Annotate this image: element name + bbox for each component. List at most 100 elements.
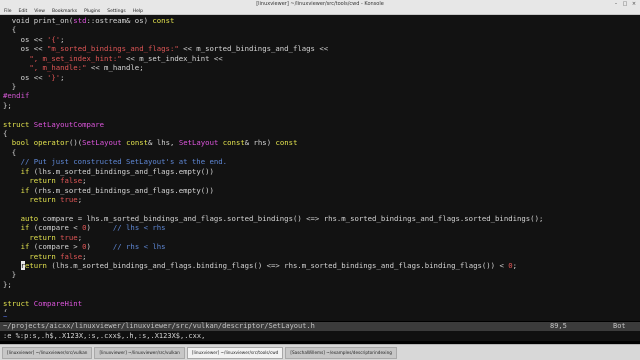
code-token: const bbox=[152, 16, 175, 25]
code-token: }; bbox=[3, 100, 12, 110]
code-token: true bbox=[60, 232, 78, 242]
code-token: } bbox=[3, 81, 17, 91]
scroll-percent: Bot bbox=[613, 322, 626, 330]
menu-edit[interactable]: Edit bbox=[19, 9, 28, 14]
code-token: ", m_handle:" bbox=[29, 63, 87, 73]
code-line[interactable]: ", m_handle:" << m_handle; bbox=[0, 63, 640, 72]
code-line[interactable]: os << '{'; bbox=[0, 35, 640, 44]
code-token: ; bbox=[77, 195, 83, 205]
code-token: eturn bbox=[24, 260, 47, 270]
code-line[interactable]: }; bbox=[0, 280, 640, 289]
code-line[interactable]: { bbox=[0, 129, 640, 138]
code-token: "m_sorted_bindings_and_flags:" bbox=[46, 44, 179, 54]
code-token: << m_handle; bbox=[86, 63, 144, 73]
code-line[interactable]: struct CompareHint bbox=[0, 299, 640, 308]
code-line[interactable]: // Put just constructed SetLayout's at t… bbox=[0, 157, 640, 166]
code-token: '}' bbox=[46, 72, 61, 82]
code-token: << m_set_index_hint << bbox=[121, 53, 223, 63]
code-line[interactable]: { bbox=[0, 148, 640, 157]
code-line[interactable]: return false; bbox=[0, 252, 640, 261]
code-line[interactable]: } bbox=[0, 270, 640, 279]
code-line[interactable]: os << '}'; bbox=[0, 73, 640, 82]
tilde-line: ~ bbox=[3, 312, 8, 321]
code-line[interactable]: { bbox=[0, 25, 640, 34]
taskbar-item[interactable]: [linuxviewer] ~/linuxviewer/src/vulkan bbox=[94, 346, 185, 359]
taskbar-item[interactable]: [linuxviewer] ~/linuxviewer/src/tools/cw… bbox=[186, 346, 284, 359]
menu-bookmarks[interactable]: Bookmarks bbox=[52, 9, 77, 14]
code-line[interactable] bbox=[0, 289, 640, 298]
code-line[interactable] bbox=[0, 204, 640, 213]
code-line[interactable]: if (compare > 0) // rhs < lhs bbox=[0, 242, 640, 251]
code-token: } bbox=[3, 270, 17, 280]
code-token: CompareHint bbox=[33, 298, 83, 308]
menu-help[interactable]: Help bbox=[133, 9, 143, 14]
code-token: }; bbox=[3, 279, 12, 289]
code-token: false bbox=[60, 176, 83, 186]
code-token: void print_on( bbox=[3, 16, 74, 25]
code-token: return bbox=[29, 176, 56, 186]
code-token: ()( bbox=[68, 138, 83, 148]
code-token: ) bbox=[86, 223, 113, 233]
code-token: ; bbox=[82, 176, 87, 186]
code-token: (lhs.m_sorted_bindings_and_flags.binding… bbox=[46, 260, 509, 270]
code-line[interactable]: ", m_set_index_hint:" << m_set_index_hin… bbox=[0, 54, 640, 63]
taskbar-item[interactable]: [linuxviewer] ~/linuxviewer/src/vulkan bbox=[2, 346, 93, 359]
menu-view[interactable]: View bbox=[34, 9, 45, 14]
code-token: return bbox=[29, 232, 56, 242]
code-token: ) bbox=[86, 242, 113, 252]
code-line[interactable]: } bbox=[0, 82, 640, 91]
code-token: (lhs.m_sorted_bindings_and_flags.empty()… bbox=[29, 166, 214, 176]
code-line[interactable]: bool operator()(SetLayout const& lhs, Se… bbox=[0, 138, 640, 147]
code-token: #endif bbox=[3, 91, 30, 101]
menu-file[interactable]: File bbox=[4, 9, 12, 14]
window-title: [linuxviewer] ~/linuxviewer/src/tools/cw… bbox=[256, 1, 384, 7]
file-path: ~/projects/aicxx/linuxviewer/linuxviewer… bbox=[3, 322, 315, 330]
menu-settings[interactable]: Settings bbox=[107, 9, 125, 14]
code-token: SetLayout bbox=[82, 138, 122, 148]
code-token: const bbox=[275, 138, 298, 148]
code-line[interactable]: struct SetLayoutCompare bbox=[0, 120, 640, 129]
minimize-icon[interactable]: – bbox=[613, 1, 619, 7]
code-line[interactable]: return true; bbox=[0, 195, 640, 204]
code-token: { bbox=[3, 129, 8, 139]
code-token: bool bbox=[11, 138, 30, 148]
menu-plugins[interactable]: Plugins bbox=[84, 9, 100, 14]
code-token: { bbox=[3, 147, 17, 157]
code-line[interactable]: if (compare < 0) // lhs < rhs bbox=[0, 223, 640, 232]
code-token: (compare < bbox=[29, 223, 83, 233]
code-line[interactable] bbox=[0, 110, 640, 119]
code-line[interactable]: auto compare = lhs.m_sorted_bindings_and… bbox=[0, 214, 640, 223]
code-token: std bbox=[73, 16, 87, 25]
code-editor[interactable]: void print_on(std::ostream& os) const { … bbox=[0, 15, 640, 312]
code-token: ", m_set_index_hint:" bbox=[29, 53, 122, 63]
taskbar-item[interactable]: [SaschaWillems] ~/examples/descriptorind… bbox=[285, 346, 397, 359]
code-line[interactable]: return (lhs.m_sorted_bindings_and_flags.… bbox=[0, 260, 640, 270]
code-line[interactable]: void print_on(std::ostream& os) const bbox=[0, 16, 640, 25]
code-line[interactable]: return true; bbox=[0, 233, 640, 242]
code-token: os << bbox=[3, 34, 47, 44]
code-line[interactable]: if (lhs.m_sorted_bindings_and_flags.empt… bbox=[0, 167, 640, 176]
taskbar: [linuxviewer] ~/linuxviewer/src/vulkan [l… bbox=[0, 344, 640, 360]
code-line[interactable]: #endif bbox=[0, 91, 640, 100]
code-line[interactable]: if (rhs.m_sorted_bindings_and_flags.empt… bbox=[0, 186, 640, 195]
code-token: SetLayout bbox=[178, 138, 219, 148]
code-token: ; bbox=[60, 72, 65, 82]
close-icon[interactable]: × bbox=[631, 1, 637, 7]
code-token: os << bbox=[3, 72, 47, 82]
code-token: '{' bbox=[46, 34, 61, 44]
code-line[interactable]: os << "m_sorted_bindings_and_flags:" << … bbox=[0, 44, 640, 53]
code-line[interactable]: }; bbox=[0, 101, 640, 110]
code-token: ::ostream& os) bbox=[86, 16, 153, 25]
code-token: (compare > bbox=[29, 242, 83, 252]
code-line[interactable]: return false; bbox=[0, 176, 640, 185]
maximize-icon[interactable]: □ bbox=[622, 1, 628, 7]
command-line[interactable]: :e %:p:s,.h$,.X123X,:s,.cxx$,.h,:s,.X123… bbox=[0, 331, 640, 341]
